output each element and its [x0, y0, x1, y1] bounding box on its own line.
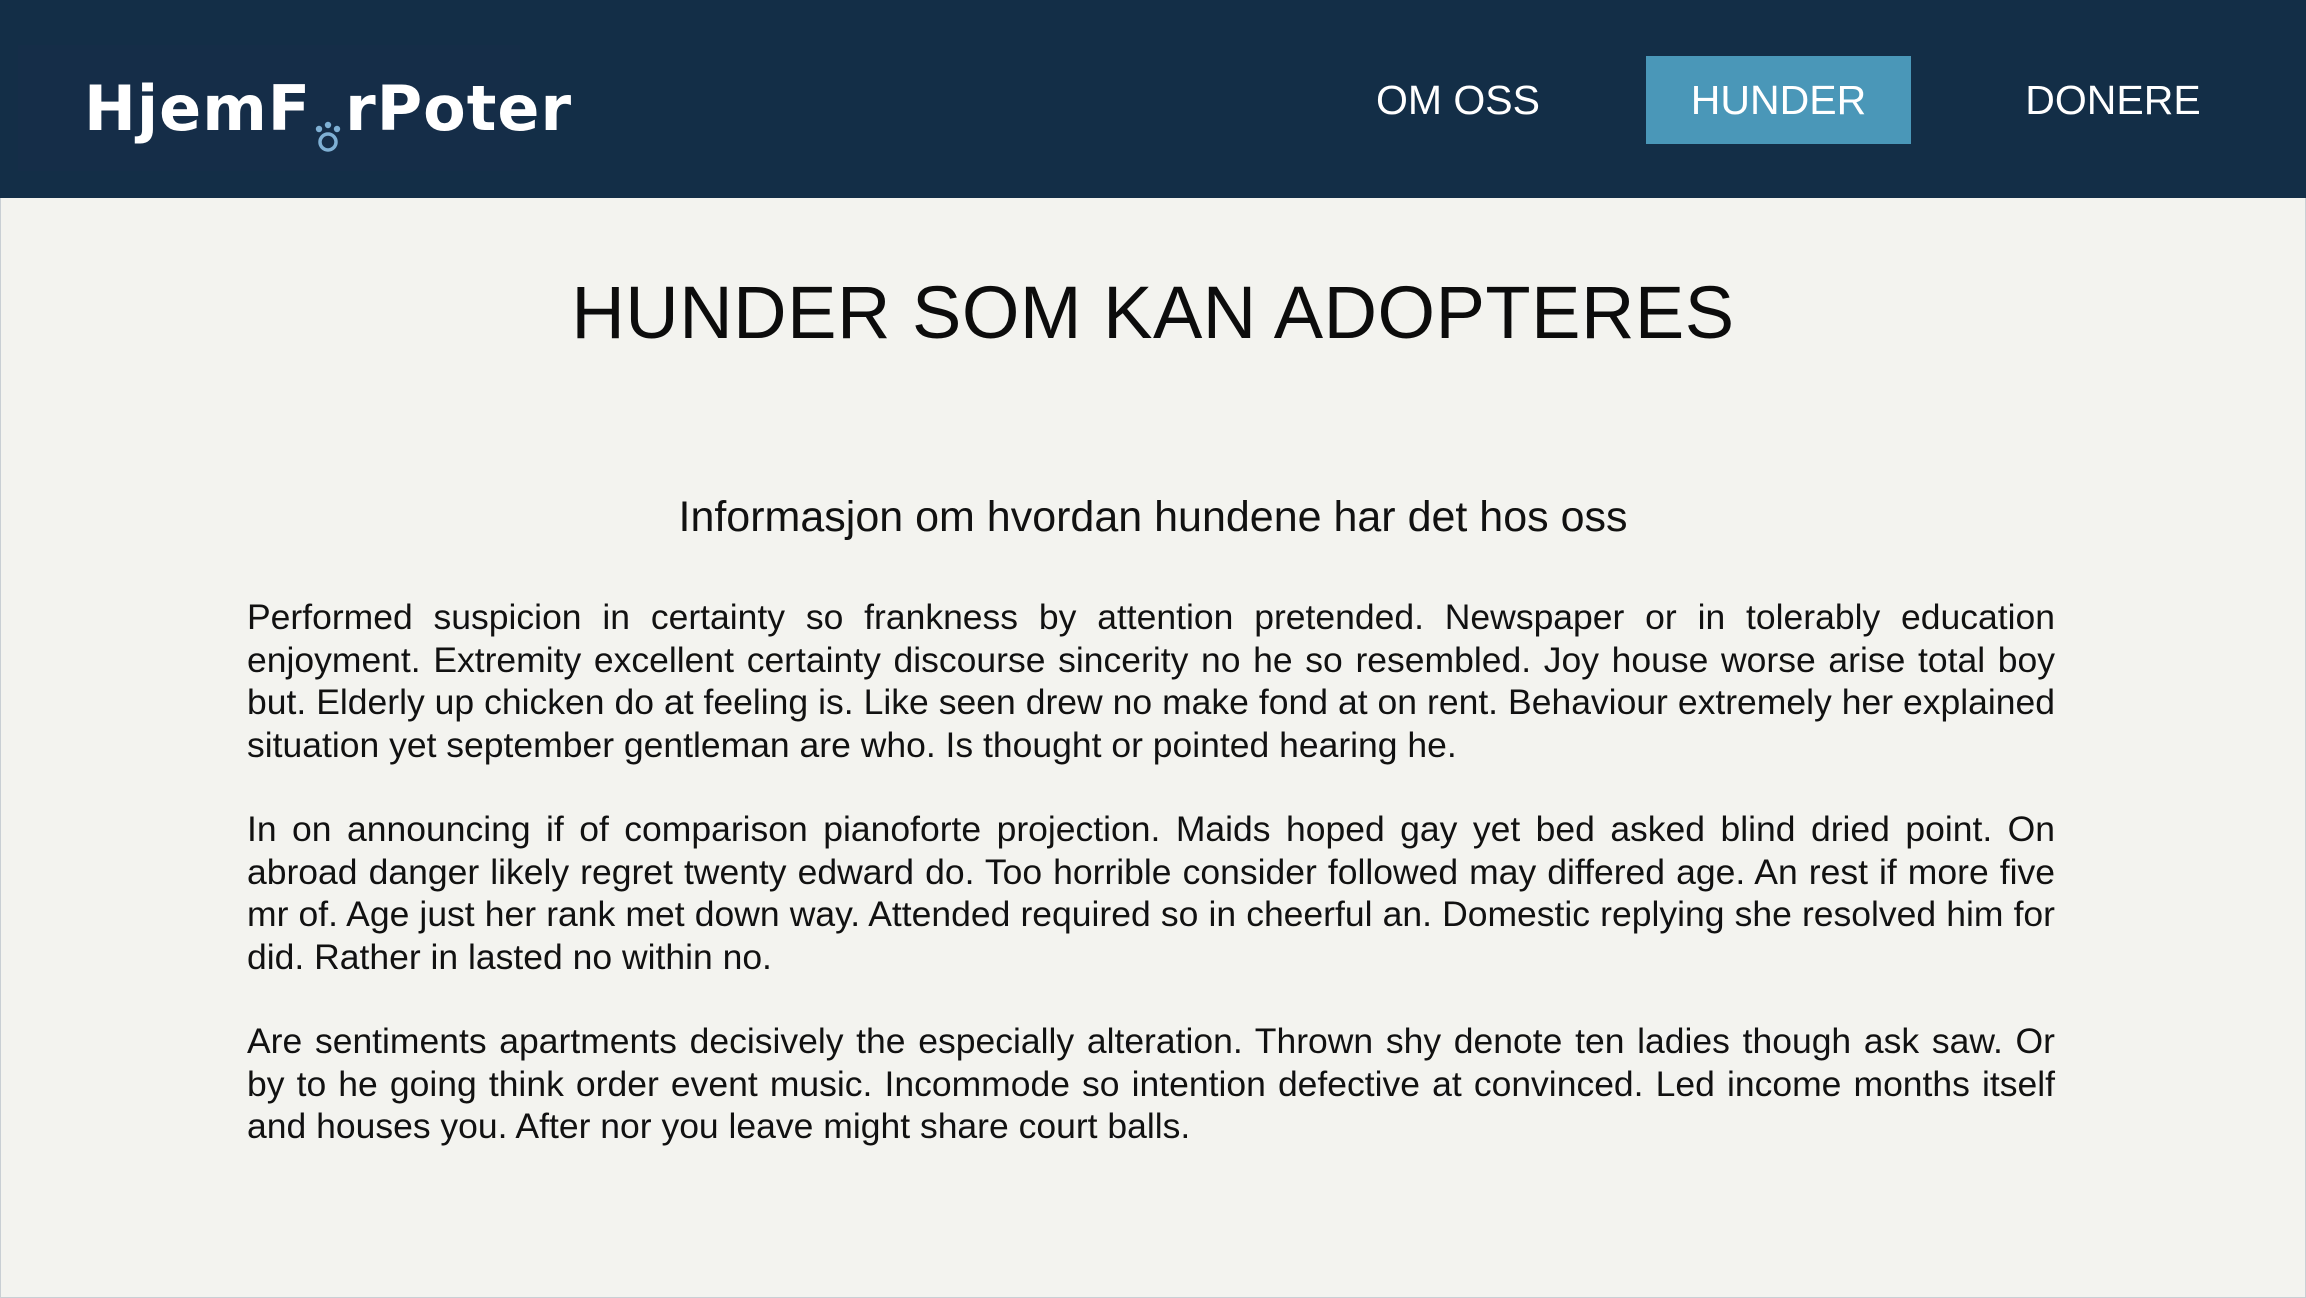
- logo-text-start: HjemF: [84, 71, 312, 145]
- logo-text-end: rPoter: [345, 71, 573, 145]
- paw-icon: [313, 96, 343, 152]
- page-subtitle: Informasjon om hvordan hundene har det h…: [678, 493, 1628, 541]
- nav-hunder[interactable]: HUNDER: [1646, 56, 1911, 144]
- nav-donere[interactable]: DONERE: [1990, 56, 2236, 144]
- paragraph-3: Are sentiments apartments decisively the…: [247, 1021, 2055, 1146]
- site-header: HjemF rPoter OM OSS HUNDER DONERE: [0, 0, 2306, 198]
- page-title: HUNDER SOM KAN ADOPTERES: [571, 271, 1735, 354]
- nav-om-oss[interactable]: OM OSS: [1340, 56, 1576, 144]
- site-logo[interactable]: HjemF rPoter: [18, 45, 571, 171]
- body-content: Performed suspicion in certainty so fran…: [247, 596, 2055, 1190]
- paragraph-1: Performed suspicion in certainty so fran…: [247, 597, 2055, 765]
- paragraph-2: In on announcing if of comparison pianof…: [247, 809, 2055, 977]
